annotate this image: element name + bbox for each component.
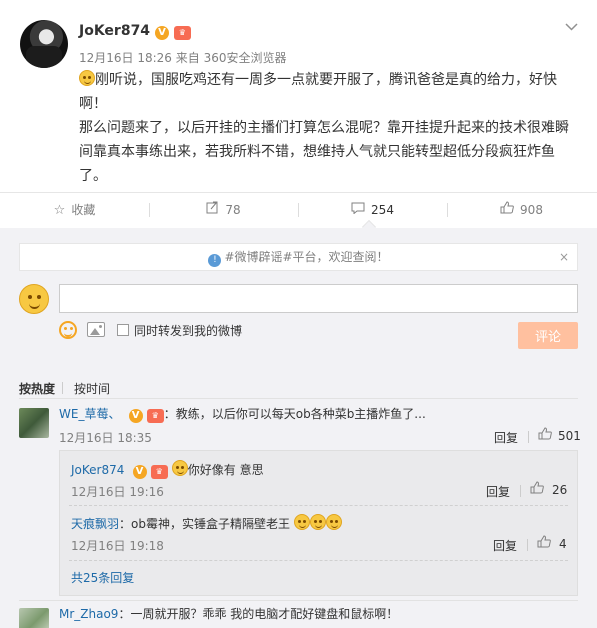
author-name[interactable]: JoKer874 xyxy=(79,23,150,39)
comment-text: ：教练，以后你可以每天ob各种菜b主播炸鱼了... xyxy=(163,407,426,421)
comment-input[interactable] xyxy=(59,284,578,313)
comment-like-count: 501 xyxy=(558,429,581,443)
list-divider xyxy=(19,398,578,399)
replier-name[interactable]: 天痕飘羽 xyxy=(71,517,119,531)
reply-divider xyxy=(69,505,568,506)
cat-emoji-icon xyxy=(310,514,327,530)
my-avatar[interactable] xyxy=(19,284,49,314)
reply-divider xyxy=(69,560,568,561)
forward-checkbox-label[interactable]: 同时转发到我的微博 xyxy=(134,322,242,339)
reply-like-divider xyxy=(528,431,529,443)
level-badge-icon[interactable]: ♛ xyxy=(146,409,164,423)
reply-time: 12月16日 19:16 xyxy=(71,485,164,499)
thumbs-up-icon[interactable] xyxy=(537,535,551,552)
forward-checkbox[interactable] xyxy=(117,324,129,336)
reply-like-divider xyxy=(520,485,521,497)
reply-line: JoKer874 V ♛ 你好像有 意思 xyxy=(71,460,264,479)
thumbs-up-icon[interactable] xyxy=(538,427,552,444)
commenter-name[interactable]: WE_草莓、 xyxy=(59,407,120,421)
forward-icon xyxy=(206,193,219,228)
author-avatar[interactable] xyxy=(20,20,68,68)
like-count: 908 xyxy=(520,203,543,217)
comment-text: ：一周就开服？乖乖 我的电脑才配好键盘和鼠标啊！ xyxy=(118,607,399,621)
cat-emoji-icon xyxy=(326,514,343,530)
thumbs-up-icon[interactable] xyxy=(530,481,544,498)
more-replies-link[interactable]: 共25条回复 xyxy=(71,569,134,586)
comment-line: Mr_Zhao9：一周就开服？乖乖 我的电脑才配好键盘和鼠标啊！ xyxy=(59,605,398,622)
weibo-post-card: JoKer874 V ♛ 12月16日 18:26 来自 360安全浏览器 刚听… xyxy=(0,0,597,628)
post-source[interactable]: 360安全浏览器 xyxy=(204,51,287,65)
chevron-down-icon[interactable] xyxy=(565,20,578,34)
source-prefix: 来自 xyxy=(175,51,200,65)
post-text-line-2: 啊！ xyxy=(79,96,107,112)
reply-like-divider xyxy=(527,539,528,551)
reply-like-count: 26 xyxy=(552,483,568,497)
comment-line: WE_草莓、 V ♛ ：教练，以后你可以每天ob各种菜b主播炸鱼了... xyxy=(59,405,426,423)
post-meta: 12月16日 18:26 来自 360安全浏览器 xyxy=(79,49,287,66)
replier-name[interactable]: JoKer874 xyxy=(71,463,124,477)
cat-emoji-icon xyxy=(171,460,188,476)
star-icon: ☆ xyxy=(53,203,66,218)
level-badge-icon[interactable]: ♛ xyxy=(150,465,168,479)
post-text-line-4: 间靠真本事练出来，若我所料不错，想维持人气就只能转型超低分段疯狂炸鱼 xyxy=(79,144,555,160)
verified-badge[interactable]: V xyxy=(128,409,143,423)
favorite-label: 收藏 xyxy=(71,203,96,217)
cat-emoji-icon xyxy=(294,514,311,530)
forward-button[interactable]: 78 xyxy=(149,193,298,228)
sort-by-hot-tab[interactable]: 按热度 xyxy=(19,380,55,397)
post-text-line-5: 了。 xyxy=(79,168,107,184)
reply-text: 你好像有 意思 xyxy=(187,463,264,477)
level-badge-icon[interactable]: ♛ xyxy=(173,26,191,40)
comment-count: 254 xyxy=(371,203,394,217)
image-upload-icon[interactable] xyxy=(87,322,105,337)
reply-text: ：ob霉神，实锤盒子精隔壁老王 xyxy=(119,517,290,531)
reply-line: 天痕飘羽：ob霉神，实锤盒子精隔壁老王 xyxy=(71,514,343,532)
submit-comment-button[interactable]: 评论 xyxy=(518,322,578,349)
like-button[interactable]: 908 xyxy=(447,193,596,228)
reply-time: 12月16日 19:18 xyxy=(71,539,164,553)
post-text-line-3: 那么问题来了，以后开挂的主播们打算怎么混呢？靠开挂提升起来的技术很难瞬 xyxy=(79,120,569,136)
comment-avatar[interactable] xyxy=(19,608,49,628)
author-name-row: JoKer874 V ♛ xyxy=(79,23,191,40)
verified-badge[interactable]: V xyxy=(154,26,169,40)
reply-link[interactable]: 回复 xyxy=(494,429,518,446)
commenter-name[interactable]: Mr_Zhao9 xyxy=(59,607,118,621)
post-body: 刚听说，国服吃鸡还有一周多一点就要开服了，腾讯爸爸是真的给力，好快 啊！ 那么问… xyxy=(79,68,569,188)
action-bar: ☆ 收藏 78 254 908 xyxy=(0,192,597,227)
list-divider xyxy=(19,600,578,601)
close-icon[interactable]: × xyxy=(559,244,569,270)
thumbs-up-icon xyxy=(500,193,514,228)
favorite-button[interactable]: ☆ 收藏 xyxy=(0,193,149,228)
post-timestamp[interactable]: 12月16日 18:26 xyxy=(79,51,172,65)
comment-avatar[interactable] xyxy=(19,408,49,438)
reply-link[interactable]: 回复 xyxy=(486,483,510,500)
info-icon: ! xyxy=(208,254,222,267)
forward-count: 78 xyxy=(225,203,241,217)
reply-link[interactable]: 回复 xyxy=(493,537,517,554)
notice-text[interactable]: #微博辟谣#平台，欢迎查阅！ xyxy=(224,250,388,264)
notice-banner[interactable]: ! #微博辟谣#平台，欢迎查阅！ × xyxy=(19,243,578,271)
cat-emoji-icon xyxy=(79,70,95,86)
comment-icon xyxy=(351,193,365,228)
sort-by-time-tab[interactable]: 按时间 xyxy=(74,380,110,397)
post-text-line-1: 刚听说，国服吃鸡还有一周多一点就要开服了，腾讯爸爸是真的给力，好快 xyxy=(95,72,557,88)
verified-badge[interactable]: V xyxy=(132,465,147,479)
sort-divider xyxy=(62,382,63,394)
comment-time: 12月16日 18:35 xyxy=(59,431,152,445)
reply-like-count: 4 xyxy=(559,537,567,551)
emoji-icon[interactable] xyxy=(59,321,77,339)
